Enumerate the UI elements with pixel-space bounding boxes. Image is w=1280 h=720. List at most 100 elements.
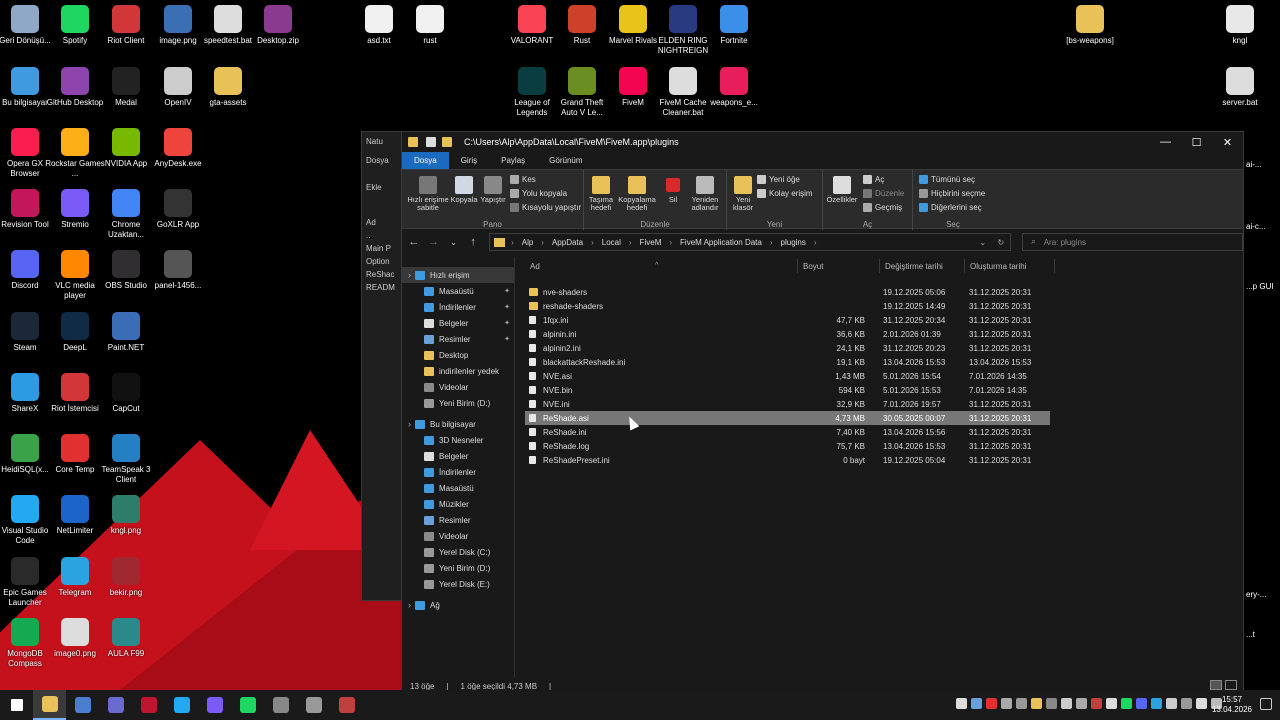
desktop-icon[interactable]: Chrome Uzaktan...	[96, 189, 156, 240]
taskbar-app[interactable]	[198, 690, 231, 720]
bg-window-menu[interactable]: Dosya	[362, 154, 402, 167]
desktop-icon[interactable]: bekir.png	[96, 557, 156, 598]
desktop-icon[interactable]: Desktop.zip	[248, 5, 308, 46]
properties-button[interactable]: Özellikler	[825, 176, 859, 204]
desktop-icon-label[interactable]: ...p GUI	[1246, 282, 1280, 292]
bg-window-add[interactable]: Ekle	[362, 181, 402, 194]
nav-item[interactable]: Masaüstü ✦	[402, 283, 514, 299]
address-dropdown-icon[interactable]: ⌄	[980, 238, 987, 247]
desktop-icon[interactable]: kngl	[1210, 5, 1270, 46]
nav-item[interactable]: İndirilenler ✦	[402, 299, 514, 315]
nav-item[interactable]: Belgeler	[402, 448, 514, 464]
file-row[interactable]: alpinin.ini 36,6 KB 2.01.2026 01:39 31.12.2…	[525, 327, 1050, 341]
taskbar-app[interactable]	[165, 690, 198, 720]
tray-icon[interactable]	[1091, 698, 1102, 709]
taskbar-app[interactable]	[231, 690, 264, 720]
background-window[interactable]: Natu Dosya Ekle Ad .. Main P Option ReSh…	[361, 131, 403, 601]
cut-button[interactable]: Kes	[510, 175, 536, 184]
taskbar-app[interactable]	[330, 690, 363, 720]
refresh-icon[interactable]: ↻	[998, 238, 1005, 247]
breadcrumb-separator-icon[interactable]: ›	[669, 238, 672, 247]
taskbar-app[interactable]	[132, 690, 165, 720]
desktop-icon-label[interactable]: ai-c...	[1246, 222, 1280, 232]
nav-item[interactable]: Resimler	[402, 512, 514, 528]
nav-item[interactable]: Yeni Birim (D:)	[402, 560, 514, 576]
pin-icon[interactable]: ✦	[504, 303, 510, 311]
nav-item[interactable]: Belgeler ✦	[402, 315, 514, 331]
breadcrumb-separator-icon[interactable]: ›	[591, 238, 594, 247]
taskbar-app[interactable]	[264, 690, 297, 720]
desktop-icon[interactable]: Paint.NET	[96, 312, 156, 353]
breadcrumb-item[interactable]: plugins	[781, 238, 806, 247]
copy-path-button[interactable]: Yolu kopyala	[510, 189, 567, 198]
file-row[interactable]: nve-shaders 19.12.2025 05:06 31.12.2025 20…	[525, 285, 1050, 299]
bg-window-item[interactable]: READM	[362, 281, 402, 294]
desktop-icon[interactable]: panel-1456...	[148, 250, 208, 291]
tab-file[interactable]: Dosya	[402, 152, 449, 169]
breadcrumb-separator-icon[interactable]: ›	[814, 238, 817, 247]
title-bar[interactable]: C:\Users\Alp\AppData\Local\FiveM\FiveM.a…	[402, 132, 1243, 152]
move-to-button[interactable]: Taşıma hedefi	[584, 176, 618, 212]
bg-window-item[interactable]: Option	[362, 255, 402, 268]
nav-item[interactable]: Masaüstü	[402, 480, 514, 496]
file-row[interactable]: ReShadePreset.ini 0 bayt 19.12.2025 05:04 3…	[525, 453, 1050, 467]
desktop-icon-label[interactable]: ery-...	[1246, 590, 1280, 600]
close-button[interactable]: ✕	[1212, 136, 1243, 149]
desktop-icon[interactable]: AULA F99	[96, 618, 156, 659]
nav-item[interactable]: Desktop	[402, 347, 514, 363]
select-none-button[interactable]: Hiçbirini seçme	[919, 189, 985, 198]
breadcrumb-separator-icon[interactable]: ›	[629, 238, 632, 247]
properties-icon[interactable]	[426, 137, 436, 147]
column-header-created[interactable]: Oluşturma tarihi	[970, 262, 1026, 271]
tray-icon[interactable]	[1061, 698, 1072, 709]
desktop-icon[interactable]: kngl.png	[96, 495, 156, 536]
tray-icon[interactable]	[1136, 698, 1147, 709]
column-header-size[interactable]: Boyut	[803, 262, 823, 271]
desktop-icon[interactable]: weapons_e...	[704, 67, 764, 108]
invert-selection-button[interactable]: Diğerlerini seç	[919, 203, 982, 212]
desktop-icon[interactable]: Riot Client	[96, 5, 156, 46]
paste-shortcut-button[interactable]: Kısayolu yapıştır	[510, 203, 581, 212]
tray-icon[interactable]	[1016, 698, 1027, 709]
file-row[interactable]: NVE.asi 1,43 MB 5.01.2026 15:54 7.01.2026 1…	[525, 369, 1050, 383]
expand-chevron-icon[interactable]: ›	[408, 270, 411, 280]
copy-button[interactable]: Kopyala	[448, 176, 480, 204]
breadcrumb-item[interactable]: FiveM Application Data	[680, 238, 762, 247]
file-row[interactable]: ReShade.asi 4,73 MB 30.05.2025 00:07 31.12.…	[525, 411, 1050, 425]
details-view-icon[interactable]	[1210, 680, 1222, 690]
nav-item[interactable]: › Ağ	[402, 597, 514, 613]
tab-home[interactable]: Giriş	[449, 152, 489, 169]
nav-item[interactable]: Videolar	[402, 379, 514, 395]
taskbar-app[interactable]	[66, 690, 99, 720]
desktop-icon[interactable]: TeamSpeak 3 Client	[96, 434, 156, 485]
tray-icon[interactable]	[1001, 698, 1012, 709]
desktop-icon[interactable]: GoXLR App	[148, 189, 208, 230]
minimize-button[interactable]: —	[1150, 136, 1181, 148]
desktop-icon[interactable]: Fortnite	[704, 5, 764, 46]
breadcrumb-item[interactable]: Alp	[522, 238, 534, 247]
copy-to-button[interactable]: Kopyalama hedefi	[618, 176, 656, 212]
breadcrumb-item[interactable]: Local	[602, 238, 621, 247]
file-row[interactable]: NVE.ini 32,9 KB 7.01.2026 19:57 31.12.2025 …	[525, 397, 1050, 411]
open-button[interactable]: Aç	[863, 175, 884, 184]
back-arrow-icon[interactable]: ←	[406, 236, 422, 248]
file-row[interactable]: reshade-shaders 19.12.2025 14:49 31.12.202…	[525, 299, 1050, 313]
desktop-icon[interactable]: [bs-weapons]	[1060, 5, 1120, 46]
select-all-button[interactable]: Tümünü seç	[919, 175, 975, 184]
new-folder-icon[interactable]	[442, 137, 452, 147]
tray-icon[interactable]	[1076, 698, 1087, 709]
nav-item[interactable]: indirilenler yedek	[402, 363, 514, 379]
file-row[interactable]: blackattackReshade.ini 19,1 KB 13.04.2026 …	[525, 355, 1050, 369]
breadcrumb-item[interactable]: FiveM	[640, 238, 662, 247]
column-header-name[interactable]: Ad	[530, 262, 540, 271]
desktop-icon[interactable]: gta-assets	[198, 67, 258, 108]
expand-chevron-icon[interactable]: ›	[408, 419, 411, 429]
tray-icon[interactable]	[1166, 698, 1177, 709]
tray-icon[interactable]	[1046, 698, 1057, 709]
desktop-icon[interactable]: OBS Studio	[96, 250, 156, 291]
desktop-icon-label[interactable]: ai-...	[1246, 160, 1280, 170]
pin-icon[interactable]: ✦	[504, 319, 510, 327]
desktop-icon-label[interactable]: ...t	[1246, 630, 1280, 640]
tab-view[interactable]: Görünüm	[537, 152, 594, 169]
tray-icon[interactable]	[1031, 698, 1042, 709]
